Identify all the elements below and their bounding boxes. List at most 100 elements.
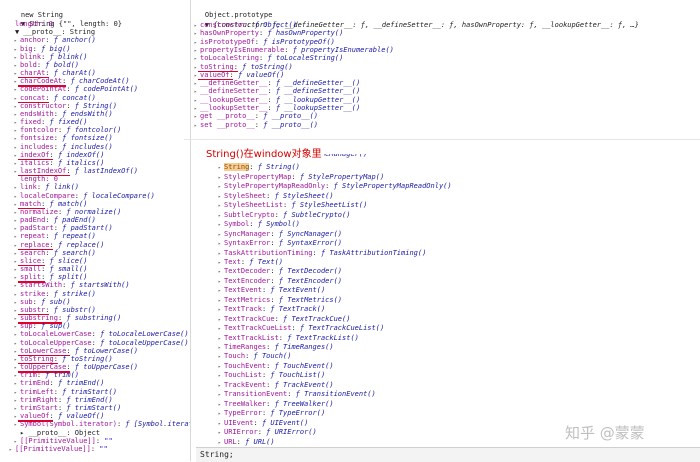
property-value: ƒ charCodeAt() xyxy=(70,77,130,86)
property-value: ƒ small() xyxy=(49,265,88,274)
property-row[interactable]: ▸ StylePropertyMap: ƒ StylePropertyMap() xyxy=(218,173,384,182)
property-value: ƒ TypeError() xyxy=(270,409,326,418)
property-value: ƒ substring() xyxy=(66,314,122,323)
property-key: small xyxy=(20,265,42,274)
property-key: hasOwnProperty xyxy=(200,29,260,38)
separator: : xyxy=(233,62,243,71)
property-key: TextTrackCue xyxy=(224,314,275,323)
property-value: ƒ bold() xyxy=(45,60,80,69)
property-row[interactable]: ▸ Symbol: ƒ Symbol() xyxy=(218,220,300,229)
separator: : xyxy=(66,85,75,94)
property-row[interactable]: ▸ TouchList: ƒ TouchList() xyxy=(218,371,325,380)
property-row[interactable]: ▸ StyleSheetList: ƒ StyleSheetList() xyxy=(218,201,367,210)
property-key: normalize xyxy=(20,207,58,216)
property-key: fixed xyxy=(20,118,42,127)
property-row[interactable]: ▸ TextTrackCueList: ƒ TextTrackCueList() xyxy=(218,324,384,333)
property-value: ƒ replace() xyxy=(57,240,105,249)
property-row[interactable]: ▸ __defineGetter__: ƒ __defineGetter__() xyxy=(194,79,360,88)
property-value: ƒ TimeRanges() xyxy=(274,343,334,351)
property-row[interactable]: ▸ TextDecoder: ƒ TextDecoder() xyxy=(218,267,342,276)
property-row[interactable]: ▸ TextTrack: ƒ TextTrack() xyxy=(218,305,325,314)
console-status-bar[interactable]: String; xyxy=(196,447,700,462)
property-row[interactable]: ▸ SubtleCrypto: ƒ SubtleCrypto() xyxy=(218,211,350,220)
property-row[interactable]: ▸ String: ƒ String() xyxy=(218,163,300,172)
property-value: ƒ fontsize() xyxy=(62,134,113,143)
annotation-label: String()在window对象里 xyxy=(204,145,324,160)
property-row[interactable]: ▸ constructor: ƒ Object() xyxy=(194,21,297,30)
property-row[interactable]: ▸ TouchEvent: ƒ TouchEvent() xyxy=(218,362,334,371)
top-root-node[interactable]: ▼ {constructor: ƒ, __defineGetter__: ƒ, … xyxy=(188,12,639,29)
property-key: strike xyxy=(20,289,46,298)
separator: : xyxy=(266,399,275,408)
property-text: length: 0 xyxy=(20,175,58,184)
property-row[interactable]: ▸ UIEvent: ƒ UIEvent() xyxy=(218,419,308,428)
property-key: substring xyxy=(20,314,58,323)
separator: : xyxy=(270,276,279,285)
separator: : xyxy=(41,199,50,208)
property-row[interactable]: ▸ [[PrimitiveValue]]: "" xyxy=(9,445,108,454)
property-value: ƒ toLocaleString() xyxy=(267,54,344,63)
property-value: ƒ trimEnd() xyxy=(57,379,105,388)
property-row[interactable]: ▸ isPrototypeOf: ƒ isPrototypeOf() xyxy=(194,38,335,47)
property-key: TouchList xyxy=(224,371,262,380)
property-row[interactable]: ▸ TimeRanges: ƒ TimeRanges() xyxy=(218,343,334,352)
property-value: ƒ SyntaxError() xyxy=(278,239,343,248)
property-value: ƒ codePointAt() xyxy=(74,85,139,94)
property-value: ƒ TextDecoder() xyxy=(278,267,343,276)
property-row[interactable]: ▸ set __proto__: ƒ __proto__() xyxy=(194,121,318,130)
property-key: sub xyxy=(20,297,33,306)
property-value: ƒ __defineSetter__() xyxy=(275,87,361,96)
property-row[interactable]: ▸ __lookupGetter__: ƒ __lookupGetter__() xyxy=(194,96,360,105)
property-value: ƒ trim() xyxy=(45,371,80,380)
property-row[interactable]: ▸ StylePropertyMapReadOnly: ƒ StyleProper… xyxy=(218,182,452,191)
property-key: match xyxy=(20,199,42,208)
separator: : xyxy=(74,191,84,200)
property-key: StyleSheetList xyxy=(224,201,284,210)
property-row[interactable]: ▸ URIError: ƒ URIError() xyxy=(218,428,317,437)
property-row[interactable]: ▸ __lookupSetter__: ƒ __lookupSetter__() xyxy=(194,104,360,113)
property-key: TextEvent xyxy=(224,286,262,295)
object-prototype-panel: Object.prototype ▼ {constructor: ƒ, __de… xyxy=(184,0,700,140)
property-row[interactable]: ▸ TextMetrics: ƒ TextMetrics() xyxy=(218,296,342,305)
property-row[interactable]: ▸ TransitionEvent: ƒ TransitionEvent() xyxy=(218,390,376,399)
property-row[interactable]: ▸ Touch: ƒ Touch() xyxy=(218,352,291,361)
property-key: TreeWalker xyxy=(224,399,267,408)
property-row[interactable]: ▸ TextEncoder: ƒ TextEncoder() xyxy=(218,277,342,286)
property-key: [[PrimitiveValue]] xyxy=(15,444,91,453)
separator: : xyxy=(62,77,71,86)
property-row[interactable]: ▸ TextTrackList: ƒ TextTrackList() xyxy=(218,334,359,343)
property-value: ƒ isPrototypeOf() xyxy=(263,37,335,46)
property-row[interactable]: ▸ toLocaleString: ƒ toLocaleString() xyxy=(194,54,343,63)
property-row[interactable]: ▸ propertyIsEnumerable: ƒ propertyIsEnume… xyxy=(194,46,394,55)
property-value: ƒ charAt() xyxy=(53,69,96,78)
property-row[interactable]: ▸ URL: ƒ URL() xyxy=(218,438,275,447)
property-row[interactable]: ▸ hasOwnProperty: ƒ hasOwnProperty() xyxy=(194,29,343,38)
property-key: TextDecoder xyxy=(224,267,271,276)
property-row[interactable]: ▸ TextEvent: ƒ TextEvent() xyxy=(218,286,325,295)
separator: : xyxy=(53,354,63,363)
property-key: constructor xyxy=(20,101,67,110)
property-row[interactable]: ▸ StyleSheet: ƒ StyleSheet() xyxy=(218,192,334,201)
property-row[interactable]: ▸ __defineSetter__: ƒ __defineSetter__() xyxy=(194,87,360,96)
separator: : xyxy=(245,352,254,361)
property-row[interactable]: ▸ Text: ƒ Text() xyxy=(218,258,283,267)
separator: : xyxy=(229,70,238,79)
property-row[interactable]: ▸ TrackEvent: ƒ TrackEvent() xyxy=(218,381,334,390)
separator: : xyxy=(53,109,63,118)
property-value: ƒ __defineGetter__() xyxy=(275,79,361,88)
watermark: 知乎 @蒙蒙 xyxy=(565,424,645,442)
property-value: ƒ Touch() xyxy=(253,352,292,361)
left-root-node[interactable]: ▼ String {"", length: 0} xyxy=(4,11,126,28)
property-row[interactable]: ▸ SyntaxError: ƒ SyntaxError() xyxy=(218,239,342,248)
property-row[interactable]: ▸ TaskAttributionTiming: ƒ TaskAttributio… xyxy=(218,249,426,258)
property-row[interactable]: ▸ get __proto__: ƒ __proto__() xyxy=(194,112,318,121)
property-row[interactable]: ▸ SyncManager: ƒ SyncManager() xyxy=(218,230,342,239)
property-value: ƒ padEnd() xyxy=(53,216,96,225)
property-value: ƒ __proto__() xyxy=(263,120,319,129)
property-value: ƒ propertyIsEnumerable() xyxy=(292,45,394,54)
separator: : xyxy=(254,120,264,129)
property-row[interactable]: ▸ TreeWalker: ƒ TreeWalker() xyxy=(218,400,334,409)
property-row[interactable]: ▸ TextTrackCue: ƒ TextTrackCue() xyxy=(218,315,350,324)
property-text: length: 0 xyxy=(15,20,53,28)
property-row[interactable]: ▸ TypeError: ƒ TypeError() xyxy=(218,409,325,418)
